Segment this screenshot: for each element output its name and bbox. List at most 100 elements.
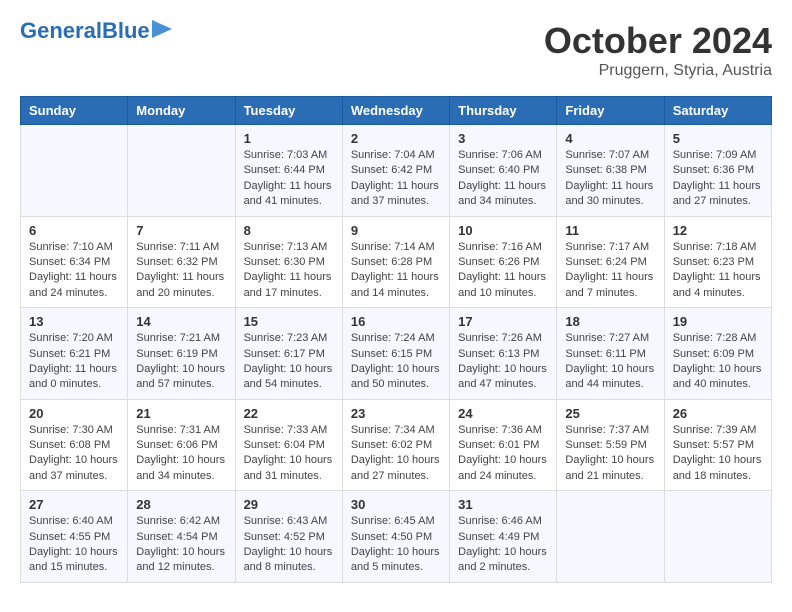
- day-number: 28: [136, 497, 226, 512]
- day-number: 21: [136, 406, 226, 421]
- calendar-cell: 13 Sunrise: 7:20 AM Sunset: 6:21 PM Dayli…: [21, 308, 128, 400]
- day-number: 29: [244, 497, 334, 512]
- day-info: Sunrise: 6:43 AM Sunset: 4:52 PM Dayligh…: [244, 514, 334, 576]
- day-info: Sunrise: 7:10 AM Sunset: 6:34 PM Dayligh…: [29, 240, 119, 302]
- calendar-cell: 11Sunrise: 7:17 AM Sunset: 6:24 PM Dayli…: [557, 216, 664, 308]
- day-number: 30: [351, 497, 441, 512]
- day-number: 8: [244, 223, 334, 238]
- calendar-cell: [21, 125, 128, 217]
- logo-text: GeneralBlue: [20, 20, 150, 42]
- day-number: 3: [458, 131, 548, 146]
- day-info: Sunrise: 7:34 AM Sunset: 6:02 PM Dayligh…: [351, 423, 441, 485]
- day-number: 1: [244, 131, 334, 146]
- day-number: 11: [565, 223, 655, 238]
- calendar-cell: 18 Sunrise: 7:27 AM Sunset: 6:11 PM Dayli…: [557, 308, 664, 400]
- month-title: October 2024: [544, 20, 772, 62]
- calendar-cell: 6Sunrise: 7:10 AM Sunset: 6:34 PM Daylig…: [21, 216, 128, 308]
- day-info: Sunrise: 7:11 AM Sunset: 6:32 PM Dayligh…: [136, 240, 226, 302]
- calendar-cell: 30 Sunrise: 6:45 AM Sunset: 4:50 PM Dayli…: [342, 491, 449, 583]
- calendar-cell: 25 Sunrise: 7:37 AM Sunset: 5:59 PM Dayli…: [557, 399, 664, 491]
- calendar-cell: 26Sunrise: 7:39 AM Sunset: 5:57 PM Dayli…: [664, 399, 771, 491]
- calendar-cell: 23 Sunrise: 7:34 AM Sunset: 6:02 PM Dayli…: [342, 399, 449, 491]
- calendar-cell: 2 Sunrise: 7:04 AM Sunset: 6:42 PM Daylig…: [342, 125, 449, 217]
- day-number: 25: [565, 406, 655, 421]
- day-number: 4: [565, 131, 655, 146]
- day-number: 17: [458, 314, 548, 329]
- calendar-cell: 31 Sunrise: 6:46 AM Sunset: 4:49 PM Dayli…: [450, 491, 557, 583]
- day-info: Sunrise: 7:28 AM Sunset: 6:09 PM Dayligh…: [673, 331, 763, 393]
- day-info: Sunrise: 7:27 AM Sunset: 6:11 PM Dayligh…: [565, 331, 655, 393]
- title-block: October 2024 Pruggern, Styria, Austria: [544, 20, 772, 80]
- day-number: 16: [351, 314, 441, 329]
- calendar-cell: 8 Sunrise: 7:13 AM Sunset: 6:30 PM Daylig…: [235, 216, 342, 308]
- day-info: Sunrise: 7:04 AM Sunset: 6:42 PM Dayligh…: [351, 148, 441, 210]
- calendar-cell: 20 Sunrise: 7:30 AM Sunset: 6:08 PM Dayli…: [21, 399, 128, 491]
- day-info: Sunrise: 7:30 AM Sunset: 6:08 PM Dayligh…: [29, 423, 119, 485]
- calendar-cell: [557, 491, 664, 583]
- calendar-week-row: 27 Sunrise: 6:40 AM Sunset: 4:55 PM Dayli…: [21, 491, 772, 583]
- day-info: Sunrise: 7:07 AM Sunset: 6:38 PM Dayligh…: [565, 148, 655, 210]
- calendar-cell: 19 Sunrise: 7:28 AM Sunset: 6:09 PM Dayli…: [664, 308, 771, 400]
- day-number: 24: [458, 406, 548, 421]
- day-info: Sunrise: 7:36 AM Sunset: 6:01 PM Dayligh…: [458, 423, 548, 485]
- calendar-cell: 16 Sunrise: 7:24 AM Sunset: 6:15 PM Dayli…: [342, 308, 449, 400]
- calendar-cell: 14 Sunrise: 7:21 AM Sunset: 6:19 PM Dayli…: [128, 308, 235, 400]
- location-title: Pruggern, Styria, Austria: [544, 62, 772, 80]
- calendar-cell: 9Sunrise: 7:14 AM Sunset: 6:28 PM Daylig…: [342, 216, 449, 308]
- calendar-cell: 22Sunrise: 7:33 AM Sunset: 6:04 PM Dayli…: [235, 399, 342, 491]
- calendar-cell: 27 Sunrise: 6:40 AM Sunset: 4:55 PM Dayli…: [21, 491, 128, 583]
- calendar-cell: 1 Sunrise: 7:03 AM Sunset: 6:44 PM Daylig…: [235, 125, 342, 217]
- day-number: 23: [351, 406, 441, 421]
- day-info: Sunrise: 7:21 AM Sunset: 6:19 PM Dayligh…: [136, 331, 226, 393]
- weekday-header: Friday: [557, 97, 664, 125]
- day-number: 19: [673, 314, 763, 329]
- calendar-cell: [128, 125, 235, 217]
- day-info: Sunrise: 6:45 AM Sunset: 4:50 PM Dayligh…: [351, 514, 441, 576]
- day-number: 15: [244, 314, 334, 329]
- day-info: Sunrise: 7:20 AM Sunset: 6:21 PM Dayligh…: [29, 331, 119, 393]
- day-number: 12: [673, 223, 763, 238]
- calendar-header-row: SundayMondayTuesdayWednesdayThursdayFrid…: [21, 97, 772, 125]
- day-info: Sunrise: 6:40 AM Sunset: 4:55 PM Dayligh…: [29, 514, 119, 576]
- calendar-week-row: 1 Sunrise: 7:03 AM Sunset: 6:44 PM Daylig…: [21, 125, 772, 217]
- day-number: 27: [29, 497, 119, 512]
- day-info: Sunrise: 6:46 AM Sunset: 4:49 PM Dayligh…: [458, 514, 548, 576]
- weekday-header: Tuesday: [235, 97, 342, 125]
- day-number: 2: [351, 131, 441, 146]
- day-number: 10: [458, 223, 548, 238]
- day-info: Sunrise: 7:37 AM Sunset: 5:59 PM Dayligh…: [565, 423, 655, 485]
- day-number: 18: [565, 314, 655, 329]
- day-info: Sunrise: 7:03 AM Sunset: 6:44 PM Dayligh…: [244, 148, 334, 210]
- day-info: Sunrise: 7:24 AM Sunset: 6:15 PM Dayligh…: [351, 331, 441, 393]
- calendar-cell: 17 Sunrise: 7:26 AM Sunset: 6:13 PM Dayli…: [450, 308, 557, 400]
- weekday-header: Wednesday: [342, 97, 449, 125]
- day-number: 7: [136, 223, 226, 238]
- calendar-cell: 21Sunrise: 7:31 AM Sunset: 6:06 PM Dayli…: [128, 399, 235, 491]
- logo-arrow-icon: [152, 20, 172, 38]
- day-info: Sunrise: 6:42 AM Sunset: 4:54 PM Dayligh…: [136, 514, 226, 576]
- weekday-header: Saturday: [664, 97, 771, 125]
- calendar-cell: 7 Sunrise: 7:11 AM Sunset: 6:32 PM Daylig…: [128, 216, 235, 308]
- calendar-cell: 10 Sunrise: 7:16 AM Sunset: 6:26 PM Dayli…: [450, 216, 557, 308]
- day-info: Sunrise: 7:26 AM Sunset: 6:13 PM Dayligh…: [458, 331, 548, 393]
- day-number: 20: [29, 406, 119, 421]
- day-number: 31: [458, 497, 548, 512]
- day-number: 5: [673, 131, 763, 146]
- calendar-week-row: 20 Sunrise: 7:30 AM Sunset: 6:08 PM Dayli…: [21, 399, 772, 491]
- calendar-table: SundayMondayTuesdayWednesdayThursdayFrid…: [20, 96, 772, 583]
- calendar-cell: 29 Sunrise: 6:43 AM Sunset: 4:52 PM Dayli…: [235, 491, 342, 583]
- day-info: Sunrise: 7:39 AM Sunset: 5:57 PM Dayligh…: [673, 423, 763, 485]
- day-info: Sunrise: 7:13 AM Sunset: 6:30 PM Dayligh…: [244, 240, 334, 302]
- calendar-cell: 3Sunrise: 7:06 AM Sunset: 6:40 PM Daylig…: [450, 125, 557, 217]
- day-number: 14: [136, 314, 226, 329]
- calendar-week-row: 13 Sunrise: 7:20 AM Sunset: 6:21 PM Dayli…: [21, 308, 772, 400]
- day-number: 13: [29, 314, 119, 329]
- calendar-cell: [664, 491, 771, 583]
- day-info: Sunrise: 7:16 AM Sunset: 6:26 PM Dayligh…: [458, 240, 548, 302]
- calendar-cell: 15 Sunrise: 7:23 AM Sunset: 6:17 PM Dayli…: [235, 308, 342, 400]
- logo: GeneralBlue: [20, 20, 172, 42]
- calendar-cell: 4 Sunrise: 7:07 AM Sunset: 6:38 PM Daylig…: [557, 125, 664, 217]
- day-info: Sunrise: 7:23 AM Sunset: 6:17 PM Dayligh…: [244, 331, 334, 393]
- day-info: Sunrise: 7:14 AM Sunset: 6:28 PM Dayligh…: [351, 240, 441, 302]
- weekday-header: Sunday: [21, 97, 128, 125]
